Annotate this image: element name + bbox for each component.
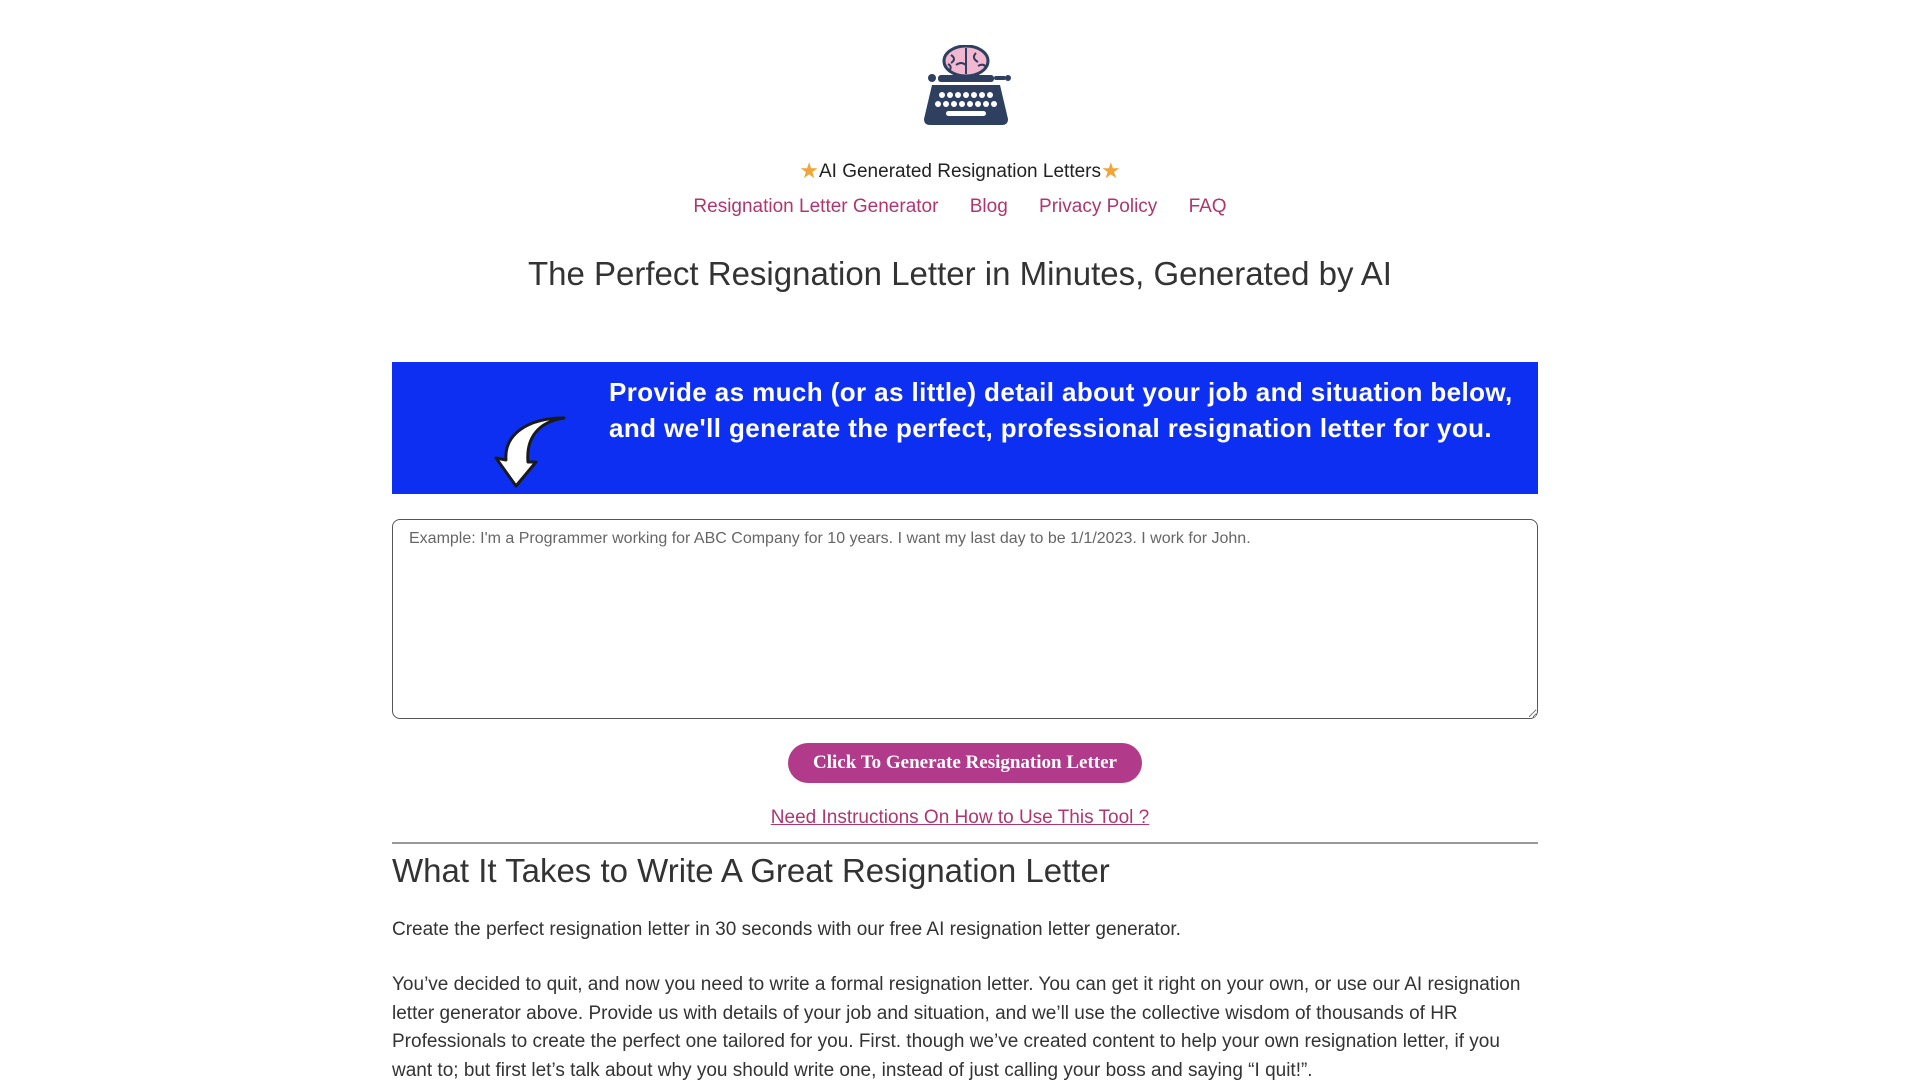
tagline: ★AI Generated Resignation Letters★ (0, 158, 1920, 184)
intro-paragraph: Create the perfect resignation letter in… (392, 919, 1181, 940)
star-icon: ★ (1101, 158, 1121, 183)
main-nav: Resignation Letter Generator Blog Privac… (0, 196, 1920, 218)
brain-typewriter-icon (924, 45, 1011, 125)
star-icon: ★ (799, 158, 819, 183)
curved-down-arrow-icon (494, 416, 566, 488)
page: ★AI Generated Resignation Letters★ Resig… (0, 0, 1920, 1080)
section-divider (392, 842, 1538, 844)
body-paragraph: You’ve decided to quit, and now you need… (392, 974, 1521, 1080)
job-details-input[interactable] (392, 519, 1538, 719)
generate-letter-button[interactable]: Click To Generate Resignation Letter (788, 743, 1142, 783)
tagline-text: AI Generated Resignation Letters (818, 161, 1101, 182)
section-title: What It Takes to Write A Great Resignati… (392, 852, 1110, 889)
nav-link-generator[interactable]: Resignation Letter Generator (693, 196, 938, 217)
page-headline: The Perfect Resignation Letter in Minute… (528, 255, 1392, 292)
nav-link-privacy-policy[interactable]: Privacy Policy (1039, 196, 1157, 217)
banner-text: Provide as much (or as little) detail ab… (609, 377, 1513, 443)
nav-link-faq[interactable]: FAQ (1189, 196, 1227, 217)
instruction-banner: Provide as much (or as little) detail ab… (392, 362, 1538, 494)
brain-icon (942, 45, 990, 78)
instructions-link-container: Need Instructions On How to Use This Too… (0, 807, 1920, 829)
instructions-link[interactable]: Need Instructions On How to Use This Too… (771, 807, 1149, 828)
nav-link-blog[interactable]: Blog (970, 196, 1008, 217)
